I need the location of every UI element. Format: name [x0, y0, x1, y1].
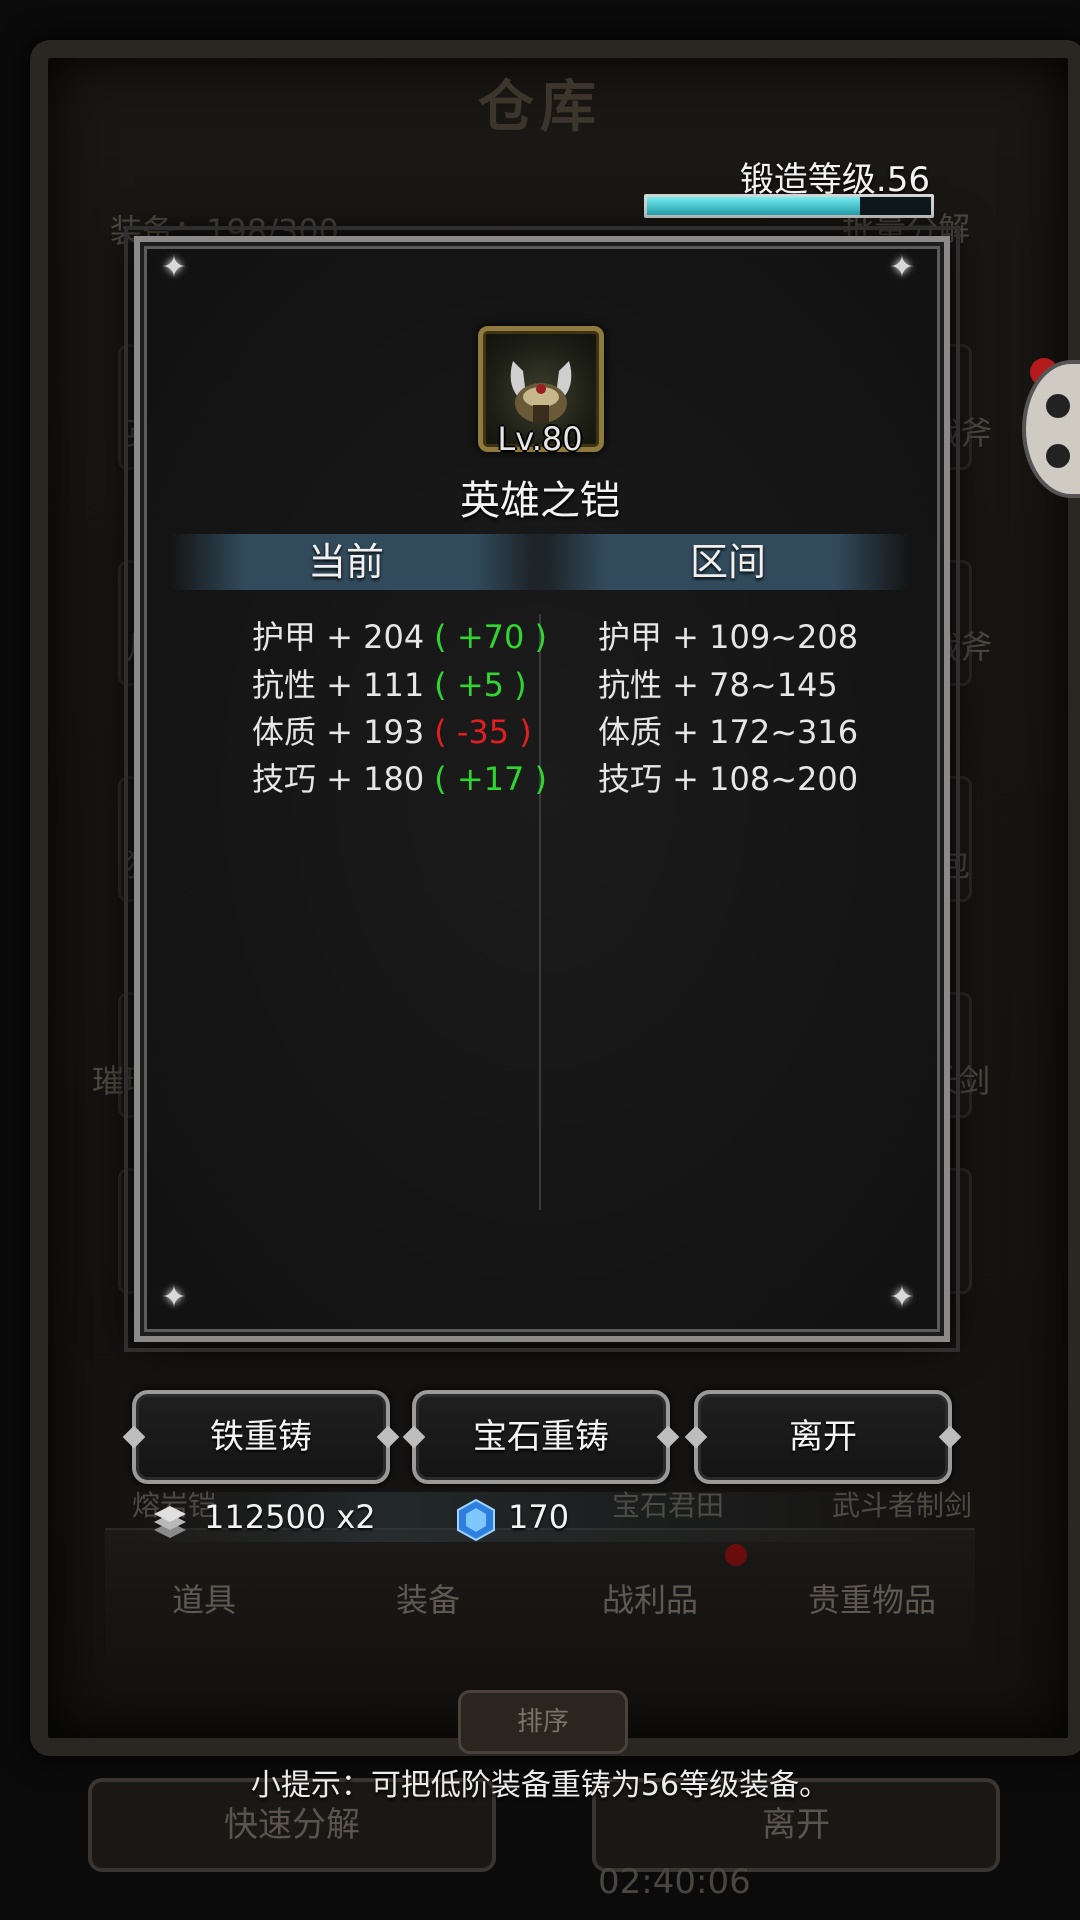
forge-progress-fill [647, 197, 860, 215]
stat-label: 技巧 + 180 [252, 760, 425, 798]
timer: 02:40:06 [598, 1862, 751, 1902]
gem-cost: 170 [508, 1498, 570, 1536]
stat-delta: ( +70 ) [434, 618, 548, 656]
current-stat-row: 技巧 + 180 ( +17 ) [252, 754, 547, 800]
current-stat-row: 体质 + 193 ( -35 ) [252, 707, 532, 753]
tab-items[interactable]: 道具 [172, 1575, 236, 1621]
stat-label: 抗性 + 111 [252, 666, 425, 704]
sort-button[interactable]: 排序 [458, 1690, 628, 1754]
stat-label: 体质 + 193 [252, 713, 425, 751]
current-stat-row: 护甲 + 204 ( +70 ) [252, 612, 547, 658]
item-name: 英雄之铠 [460, 478, 620, 524]
range-stat-row: 抗性 + 78~145 [598, 666, 838, 704]
tab-equipment[interactable]: 装备 [396, 1575, 460, 1621]
stat-delta: ( +5 ) [434, 666, 527, 704]
iron-reforge-button[interactable]: 铁重铸 [132, 1390, 390, 1484]
corner-sparkle-icon: ✦ [161, 250, 187, 285]
tab-notification-dot [725, 1544, 747, 1566]
item-level: Lv.80 [497, 420, 583, 458]
range-stat-row: 护甲 + 109~208 [598, 618, 859, 656]
corner-sparkle-icon: ✦ [161, 1280, 187, 1315]
gem-reforge-button[interactable]: 宝石重铸 [412, 1390, 670, 1484]
corner-sparkle-icon: ✦ [889, 250, 915, 285]
iron-ingot-icon [150, 1500, 190, 1544]
column-divider [539, 614, 541, 1210]
tab-loot[interactable]: 战利品 [602, 1575, 698, 1621]
tab-valuables[interactable]: 贵重物品 [808, 1575, 936, 1621]
range-stat-row: 体质 + 172~316 [598, 713, 859, 751]
range-stat-row: 技巧 + 108~200 [598, 760, 859, 798]
stat-delta: ( -35 ) [434, 713, 532, 751]
current-stat-row: 抗性 + 111 ( +5 ) [252, 660, 527, 706]
warehouse-title: 仓库 [478, 75, 602, 140]
current-column-header: 当前 [307, 540, 384, 584]
forge-progress-bar [644, 194, 934, 218]
blue-gem-icon [456, 1498, 496, 1546]
leave-button[interactable]: 离开 [694, 1390, 952, 1484]
stat-delta: ( +17 ) [434, 760, 548, 798]
stat-label: 护甲 + 204 [252, 618, 425, 656]
iron-cost: 112500 x2 [204, 1498, 376, 1536]
range-column-header: 区间 [689, 540, 766, 584]
reforge-hint: 小提示：可把低阶装备重铸为56等级装备。 [250, 1768, 830, 1803]
corner-sparkle-icon: ✦ [889, 1280, 915, 1315]
